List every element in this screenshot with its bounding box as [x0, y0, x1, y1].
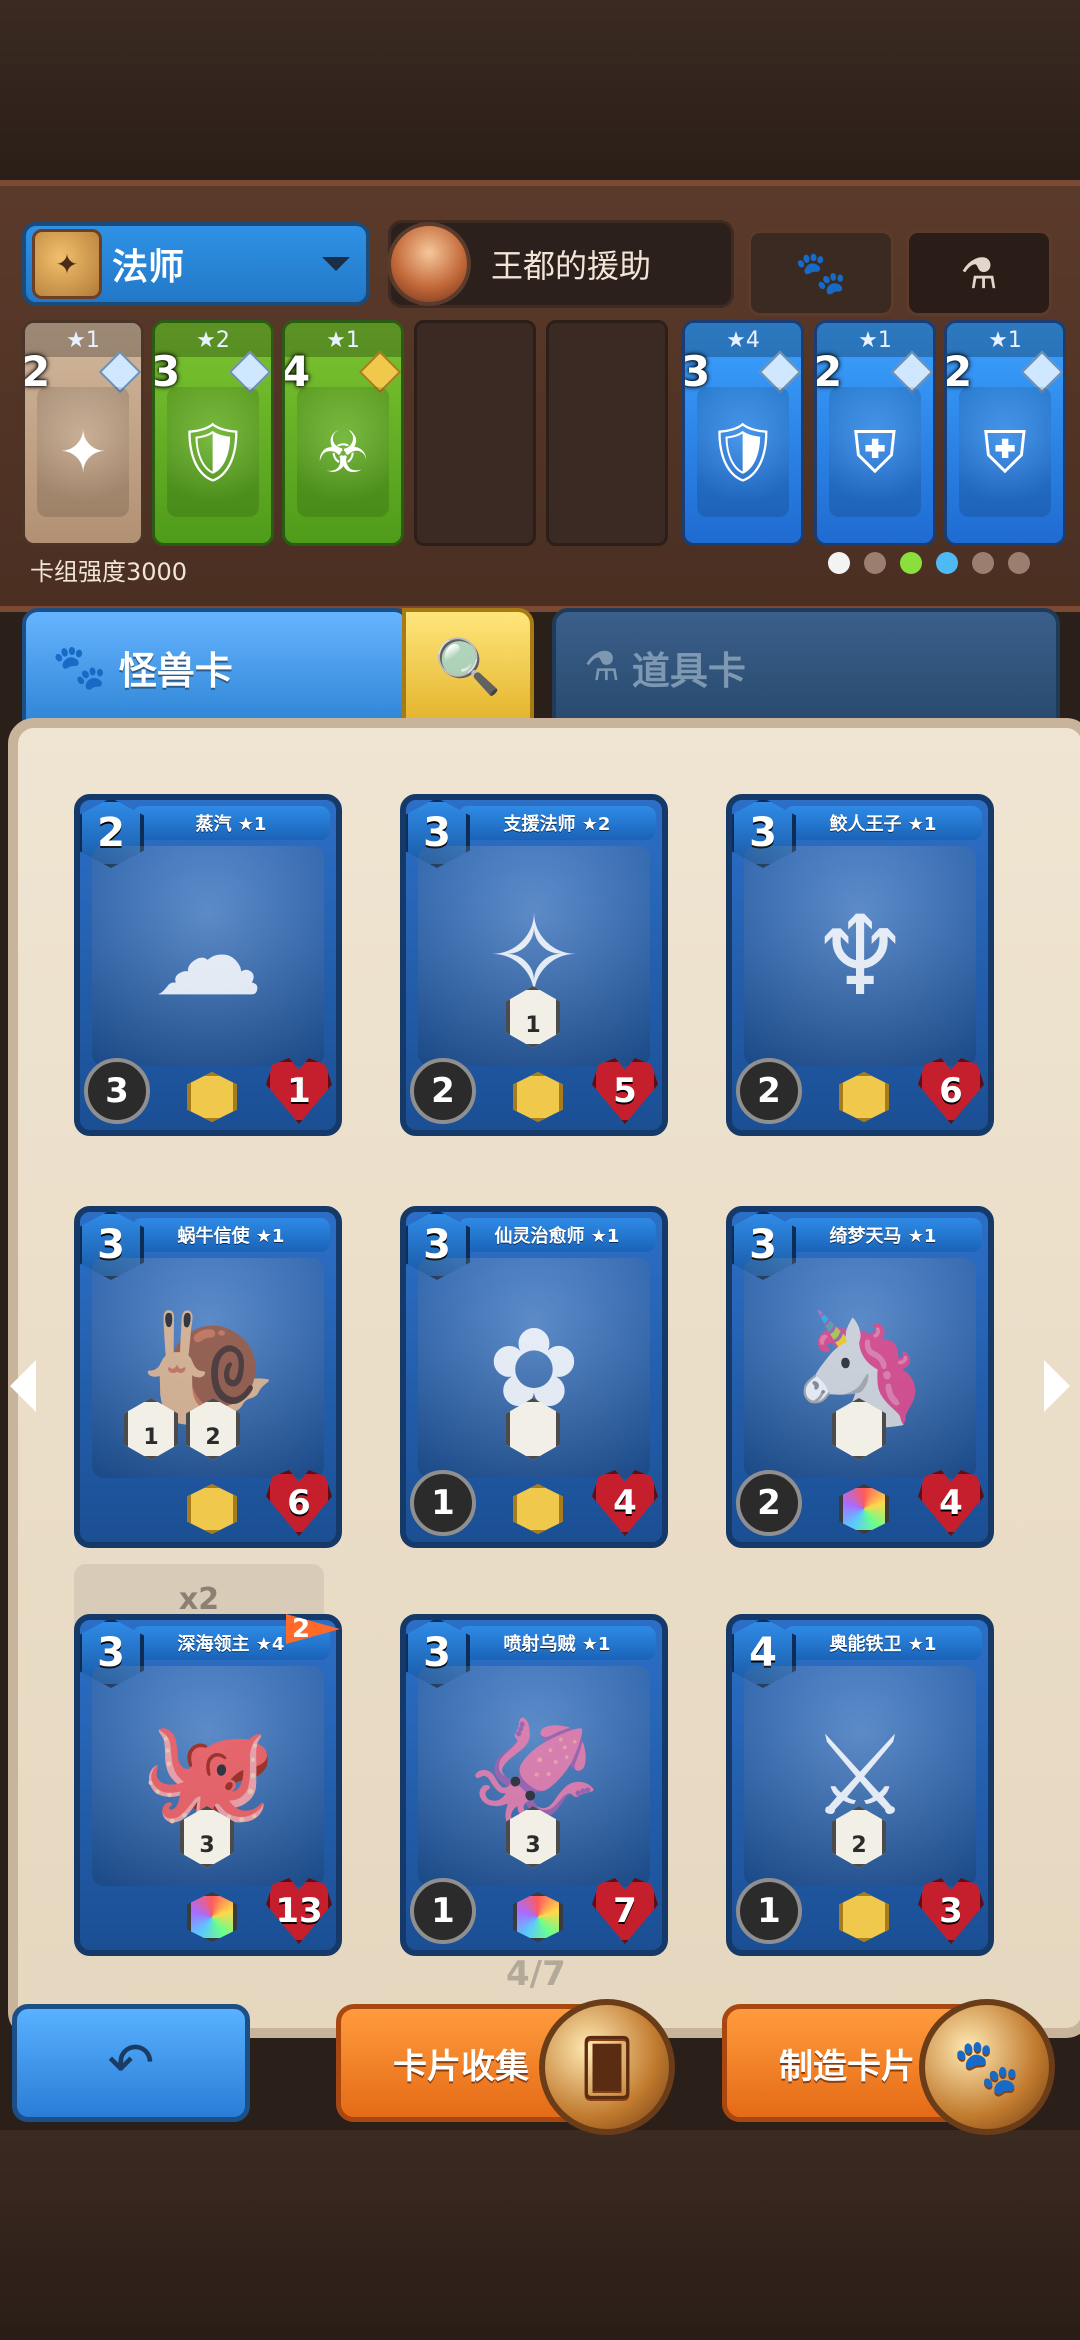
- paw-icon: 🐾: [794, 248, 848, 297]
- craft-card-button[interactable]: 制造卡片 🐾: [722, 1999, 1055, 2135]
- card-collection-button[interactable]: 卡片收集 🂠: [336, 1999, 675, 2135]
- top-background: [0, 0, 1080, 180]
- card-health: 4: [918, 1470, 984, 1536]
- rainbow-rarity-gem-icon: [513, 1892, 563, 1942]
- card-name: 鲛人王子 ★1: [784, 806, 982, 840]
- rarity-gem-icon: [513, 1072, 563, 1122]
- rarity-gem-icon: [839, 1072, 889, 1122]
- previous-page-arrow-icon[interactable]: [10, 1360, 36, 1412]
- empty-deck-slot[interactable]: [546, 320, 668, 546]
- flask-icon: ⚗: [584, 644, 620, 690]
- deck-card[interactable]: ★1 2 ✦: [22, 320, 144, 546]
- next-page-arrow-icon[interactable]: [1044, 1360, 1070, 1412]
- deck-card[interactable]: ★1 2 ⛨: [814, 320, 936, 546]
- tab-monster-cards[interactable]: 🐾 怪兽卡: [22, 608, 410, 726]
- card-attack: 2: [410, 1058, 476, 1124]
- tab-item-label: 道具卡: [631, 648, 746, 693]
- deck-card[interactable]: ★1 2 ⛨: [944, 320, 1066, 546]
- search-button[interactable]: 🔍: [402, 608, 534, 726]
- deck-card[interactable]: ★2 3 🛡: [152, 320, 274, 546]
- deck-card-art: 🛡: [167, 387, 259, 517]
- rainbow-rarity-gem-icon: [187, 1892, 237, 1942]
- nature-element-icon: [900, 552, 922, 574]
- potion-icon: ⚗: [960, 248, 998, 298]
- deck-card[interactable]: ★1 4 ☣: [282, 320, 404, 546]
- element-icon: [864, 552, 886, 574]
- monster-card[interactable]: 鲛人王子 ★1 3 ♆ 2 6: [726, 794, 994, 1136]
- card-name: 仙灵治愈师 ★1: [458, 1218, 656, 1252]
- element-icon: [1008, 552, 1030, 574]
- hero-badge[interactable]: 王都的援助: [387, 220, 734, 308]
- card-health: 4: [592, 1470, 658, 1536]
- monster-card[interactable]: 深海领主 ★4 3 🐙 3 13: [74, 1614, 342, 1956]
- chevron-down-icon: [322, 257, 350, 271]
- back-button[interactable]: ↶: [12, 2004, 250, 2122]
- spellbook-icon: ✦: [32, 229, 102, 299]
- card-collection-label: 卡片收集: [393, 2046, 529, 2087]
- empty-deck-slot[interactable]: [414, 320, 536, 546]
- card-name: 蒸汽 ★1: [132, 806, 330, 840]
- rarity-gem-icon: [513, 1484, 563, 1534]
- potion-tab[interactable]: ⚗: [906, 230, 1052, 316]
- hero-title: 王都的援助: [491, 247, 652, 285]
- deck-card[interactable]: ★4 3 🛡: [682, 320, 804, 546]
- monster-card[interactable]: 绮梦天马 ★1 3 🦄 2 4: [726, 1206, 994, 1548]
- card-health: 6: [918, 1058, 984, 1124]
- class-select[interactable]: ✦ 法师: [22, 222, 370, 306]
- paw-icon: 🐾: [52, 642, 107, 693]
- water-element-icon: [936, 552, 958, 574]
- paw-jar-icon: 🐾: [919, 1999, 1055, 2135]
- monster-card[interactable]: 喷射乌贼 ★1 3 🦑 3 1 7: [400, 1614, 668, 1956]
- monster-card[interactable]: 仙灵治愈师 ★1 3 ✿ 1 4: [400, 1206, 668, 1548]
- rarity-gem-icon: [187, 1484, 237, 1534]
- craft-card-label: 制造卡片: [779, 2046, 915, 2087]
- deck-card-art: ⛨: [959, 387, 1051, 517]
- card-name: 蜗牛信使 ★1: [132, 1218, 330, 1252]
- card-health: 5: [592, 1058, 658, 1124]
- deck-strength: 卡组强度3000: [30, 558, 188, 586]
- deck-card-art: ✦: [37, 387, 129, 517]
- monster-card[interactable]: 蒸汽 ★1 2 ☁ 3 1: [74, 794, 342, 1136]
- monster-card[interactable]: 奥能铁卫 ★1 4 ⚔ 2 1 3: [726, 1614, 994, 1956]
- bottom-background: [0, 2130, 1080, 2340]
- deck-card-art: ☣: [297, 387, 389, 517]
- card-attack: 1: [736, 1878, 802, 1944]
- monster-card[interactable]: 支援法师 ★2 3 ✧ 1 2 5: [400, 794, 668, 1136]
- monster-card[interactable]: 蜗牛信使 ★1 3 🐌 1 2 6: [74, 1206, 342, 1548]
- page-indicator: 4/7: [506, 1954, 566, 1994]
- element-indicators: [828, 552, 1030, 574]
- magnifier-icon: 🔍: [434, 635, 502, 698]
- deck-card-art: 🛡: [697, 387, 789, 517]
- card-attack: 2: [736, 1470, 802, 1536]
- card-pack-icon: 🂠: [539, 1999, 675, 2135]
- card-art: ♆: [744, 846, 976, 1066]
- rainbow-rarity-gem-icon: [839, 1484, 889, 1534]
- back-arrow-icon: ↶: [107, 2030, 155, 2096]
- rarity-gem-icon: [839, 1892, 889, 1942]
- hero-avatar: [387, 222, 471, 306]
- paw-tab[interactable]: 🐾: [748, 230, 894, 316]
- rarity-gem-icon: [187, 1072, 237, 1122]
- card-attack: 2: [736, 1058, 802, 1124]
- tab-monster-label: 怪兽卡: [118, 648, 233, 693]
- card-health: 1: [266, 1058, 332, 1124]
- card-name: 支援法师 ★2: [458, 806, 656, 840]
- card-attack: 1: [410, 1470, 476, 1536]
- card-health: 7: [592, 1878, 658, 1944]
- class-label: 法师: [112, 247, 185, 288]
- card-name: 奥能铁卫 ★1: [784, 1626, 982, 1660]
- card-health: 13: [266, 1878, 332, 1944]
- card-attack: 1: [410, 1878, 476, 1944]
- element-icon: [972, 552, 994, 574]
- card-name: 喷射乌贼 ★1: [458, 1626, 656, 1660]
- card-art: ☁: [92, 846, 324, 1066]
- deck-card-art: ⛨: [829, 387, 921, 517]
- card-attack: 3: [84, 1058, 150, 1124]
- tab-item-cards[interactable]: ⚗ 道具卡: [552, 608, 1060, 726]
- card-health: 6: [266, 1470, 332, 1536]
- card-health: 3: [918, 1878, 984, 1944]
- neutral-element-icon: [828, 552, 850, 574]
- card-name: 绮梦天马 ★1: [784, 1218, 982, 1252]
